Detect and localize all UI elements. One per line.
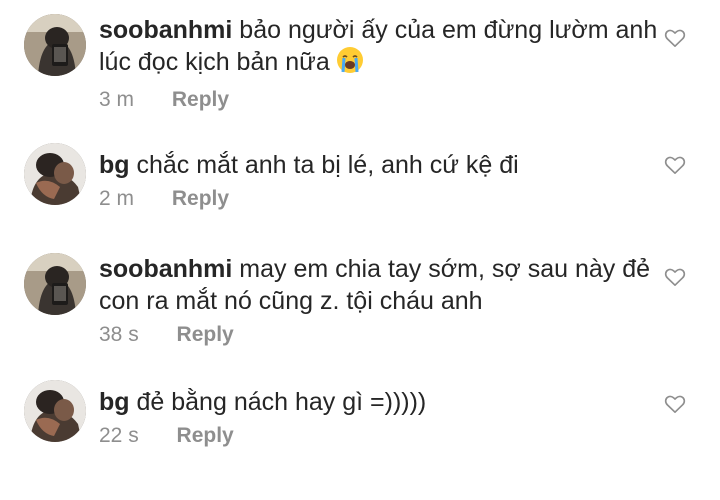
bg-avatar-icon [24, 380, 86, 442]
avatar[interactable] [24, 143, 86, 205]
reply-button[interactable]: Reply [172, 88, 229, 112]
comment-meta: 22 s Reply [99, 424, 659, 448]
reply-button[interactable]: Reply [177, 424, 234, 448]
heart-outline-icon[interactable] [664, 155, 686, 175]
comment-timestamp: 3 m [99, 88, 135, 111]
comment-message: chắc mắt anh ta bị lé, anh cứ kệ đi [136, 151, 519, 179]
loudly-crying-face-icon [336, 46, 364, 82]
comment-message: đẻ bằng nách hay gì =))))) [136, 388, 427, 416]
comment-timestamp: 22 s [99, 424, 139, 447]
comment-text: soobanhmi bảo người ấy của em đừng lườm … [99, 14, 659, 82]
comment-timestamp: 2 m [99, 187, 135, 210]
heart-outline-icon[interactable] [664, 28, 686, 48]
comment-text: soobanhmi may em chia tay sớm, sợ sau nà… [99, 253, 659, 317]
avatar[interactable] [24, 380, 86, 442]
soobanhmi-avatar-icon [24, 14, 86, 76]
soobanhmi-avatar-icon [24, 253, 86, 315]
avatar[interactable] [24, 14, 86, 76]
comment-meta: 3 m Reply [99, 88, 659, 112]
comment-meta: 2 m Reply [99, 187, 659, 211]
comment-timestamp: 38 s [99, 323, 139, 346]
heart-outline-icon[interactable] [664, 267, 686, 287]
reply-button[interactable]: Reply [177, 323, 234, 347]
comment-username[interactable]: bg [99, 388, 130, 416]
comment-meta: 38 s Reply [99, 323, 659, 347]
comment-username[interactable]: soobanhmi [99, 16, 232, 44]
bg-avatar-icon [24, 143, 86, 205]
avatar[interactable] [24, 253, 86, 315]
comment-text: bg đẻ bằng nách hay gì =))))) [99, 386, 659, 418]
reply-button[interactable]: Reply [172, 187, 229, 211]
comment-username[interactable]: bg [99, 151, 130, 179]
heart-outline-icon[interactable] [664, 394, 686, 414]
comment-username[interactable]: soobanhmi [99, 255, 232, 283]
comment-text: bg chắc mắt anh ta bị lé, anh cứ kệ đi [99, 149, 659, 181]
